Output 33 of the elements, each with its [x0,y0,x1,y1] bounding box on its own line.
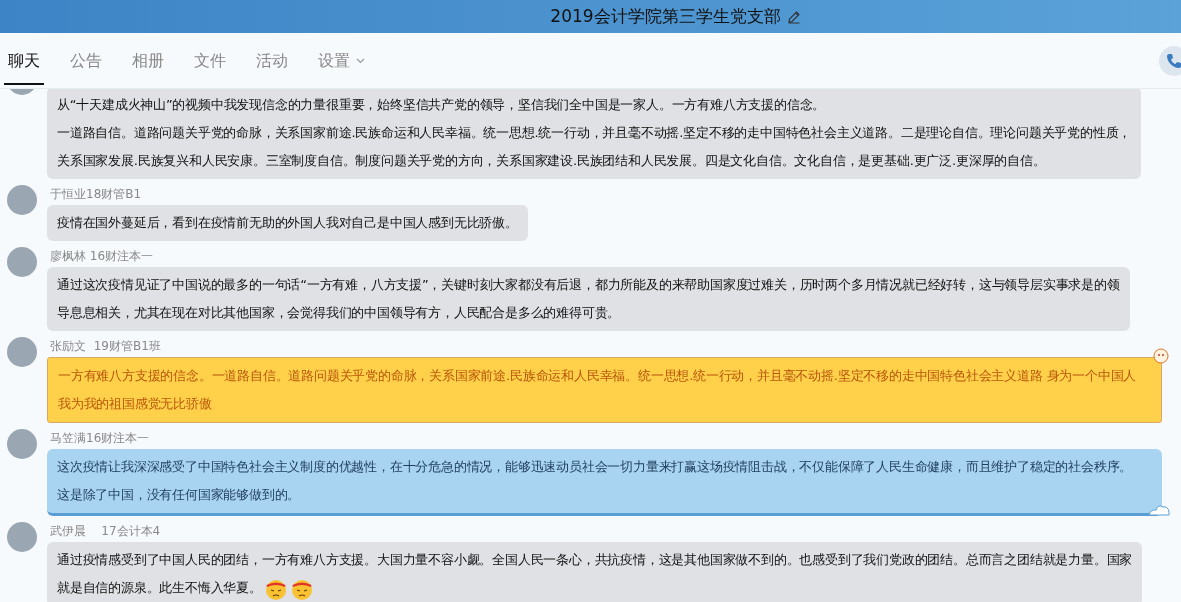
avatar-placeholder[interactable] [7,429,37,459]
edit-icon[interactable] [786,9,801,24]
tab[interactable]: 聊天 [4,36,44,85]
tab[interactable]: 相册 [128,36,168,85]
sender-name: 张励文 19财管B1班 [50,338,161,355]
message-text: 通过疫情感受到了中国人民的团结，一方有难八方支援。大国力量不容小觑。全国人民一条心，共抗疫情，这是其他国家做不到的。也感受到了我们党政的团结。总而言之团结就是力量。国家 [57,551,1133,569]
avatar-placeholder[interactable] [7,522,37,552]
message-text: 一方有难八方支援的信念。一道路自信。道路问题关乎党的命脉，关系国家前途.民族命运和人民幸福。统一思想.统一行动，并且毫不动摇.坚定不移的走中国特色社会主义道路 身为一个中国人 [58,367,1138,385]
sticker-icon [1153,348,1169,364]
tab[interactable]: 文件 [190,36,230,85]
window-title: 2019会计学院第三学生党支部 [550,5,781,28]
avatar-placeholder[interactable] [7,247,37,277]
tab[interactable]: 公告 [66,36,106,85]
message-text: 这次疫情让我深深感受了中国特色社会主义制度的优越性，在十分危急的情况，能够迅速动员社会一切力量来打赢这场疫情阻击战，不仅能保障了人民生命健康，而且维护了稳定的社会秩序。 [57,458,1134,476]
tab[interactable]: 设置 [314,36,369,85]
message-text: 我为我的祖国感觉无比骄傲 [58,395,213,413]
tab[interactable]: 活动 [252,36,292,85]
sender-name: 于恒业18财管B1 [50,186,142,203]
message-text: 关系国家发展.民族复兴和人民安康。三室制度自信。制度问题关乎党的方向，关系国家建设.民族团结和人民发展。四是文化自信。文化自信，是更基础.更广泛.更深厚的自信。 [57,152,1047,170]
avatar-placeholder[interactable] [7,185,37,215]
message-text: 就是自信的源泉。此生不悔入华夏。 [57,574,1133,602]
phone-icon [1165,51,1181,70]
message-text: 导息息相关，尤其在现在对比其他国家，会觉得我们的中国领导有方，人民配合是多么的难得可贵。 [57,304,622,322]
message-text: 从“十天建成火神山”的视频中我发现信念的力量很重要，始终坚信共产党的领导，坚信我们全中国是一家人。一方有难八方支援的信念。 [57,96,827,114]
sender-name: 马笠满16财注本一 [50,430,150,447]
message-text: 疫情在国外蔓延后，看到在疫情前无助的外国人我对自己是中国人感到无比骄傲。 [57,214,518,232]
sender-name: 武伊晨 17会计本4 [50,523,161,540]
sender-name: 廖枫林 16财注本一 [50,248,154,265]
message-text: 这是除了中国，没有任何国家能够做到的。 [57,486,302,504]
message-text: 一道路自信。道路问题关乎党的命脉，关系国家前途.民族命运和人民幸福。统一思想.统一行动，并且毫不动摇.坚定不移的走中国特色社会主义道路。二是理论自信。理论问题关乎党的性质， [57,124,1132,142]
phone-button[interactable] [1159,45,1181,76]
message-text: 通过这次疫情见证了中国说的最多的一句话“一方有难，八方支援”，关键时刻大家都没有后退，都力所能及的来帮助国家度过难关，历时两个多月情况就已经好转，这与领导层实事求是的领 [57,276,1120,294]
avatar-placeholder[interactable] [7,337,37,367]
